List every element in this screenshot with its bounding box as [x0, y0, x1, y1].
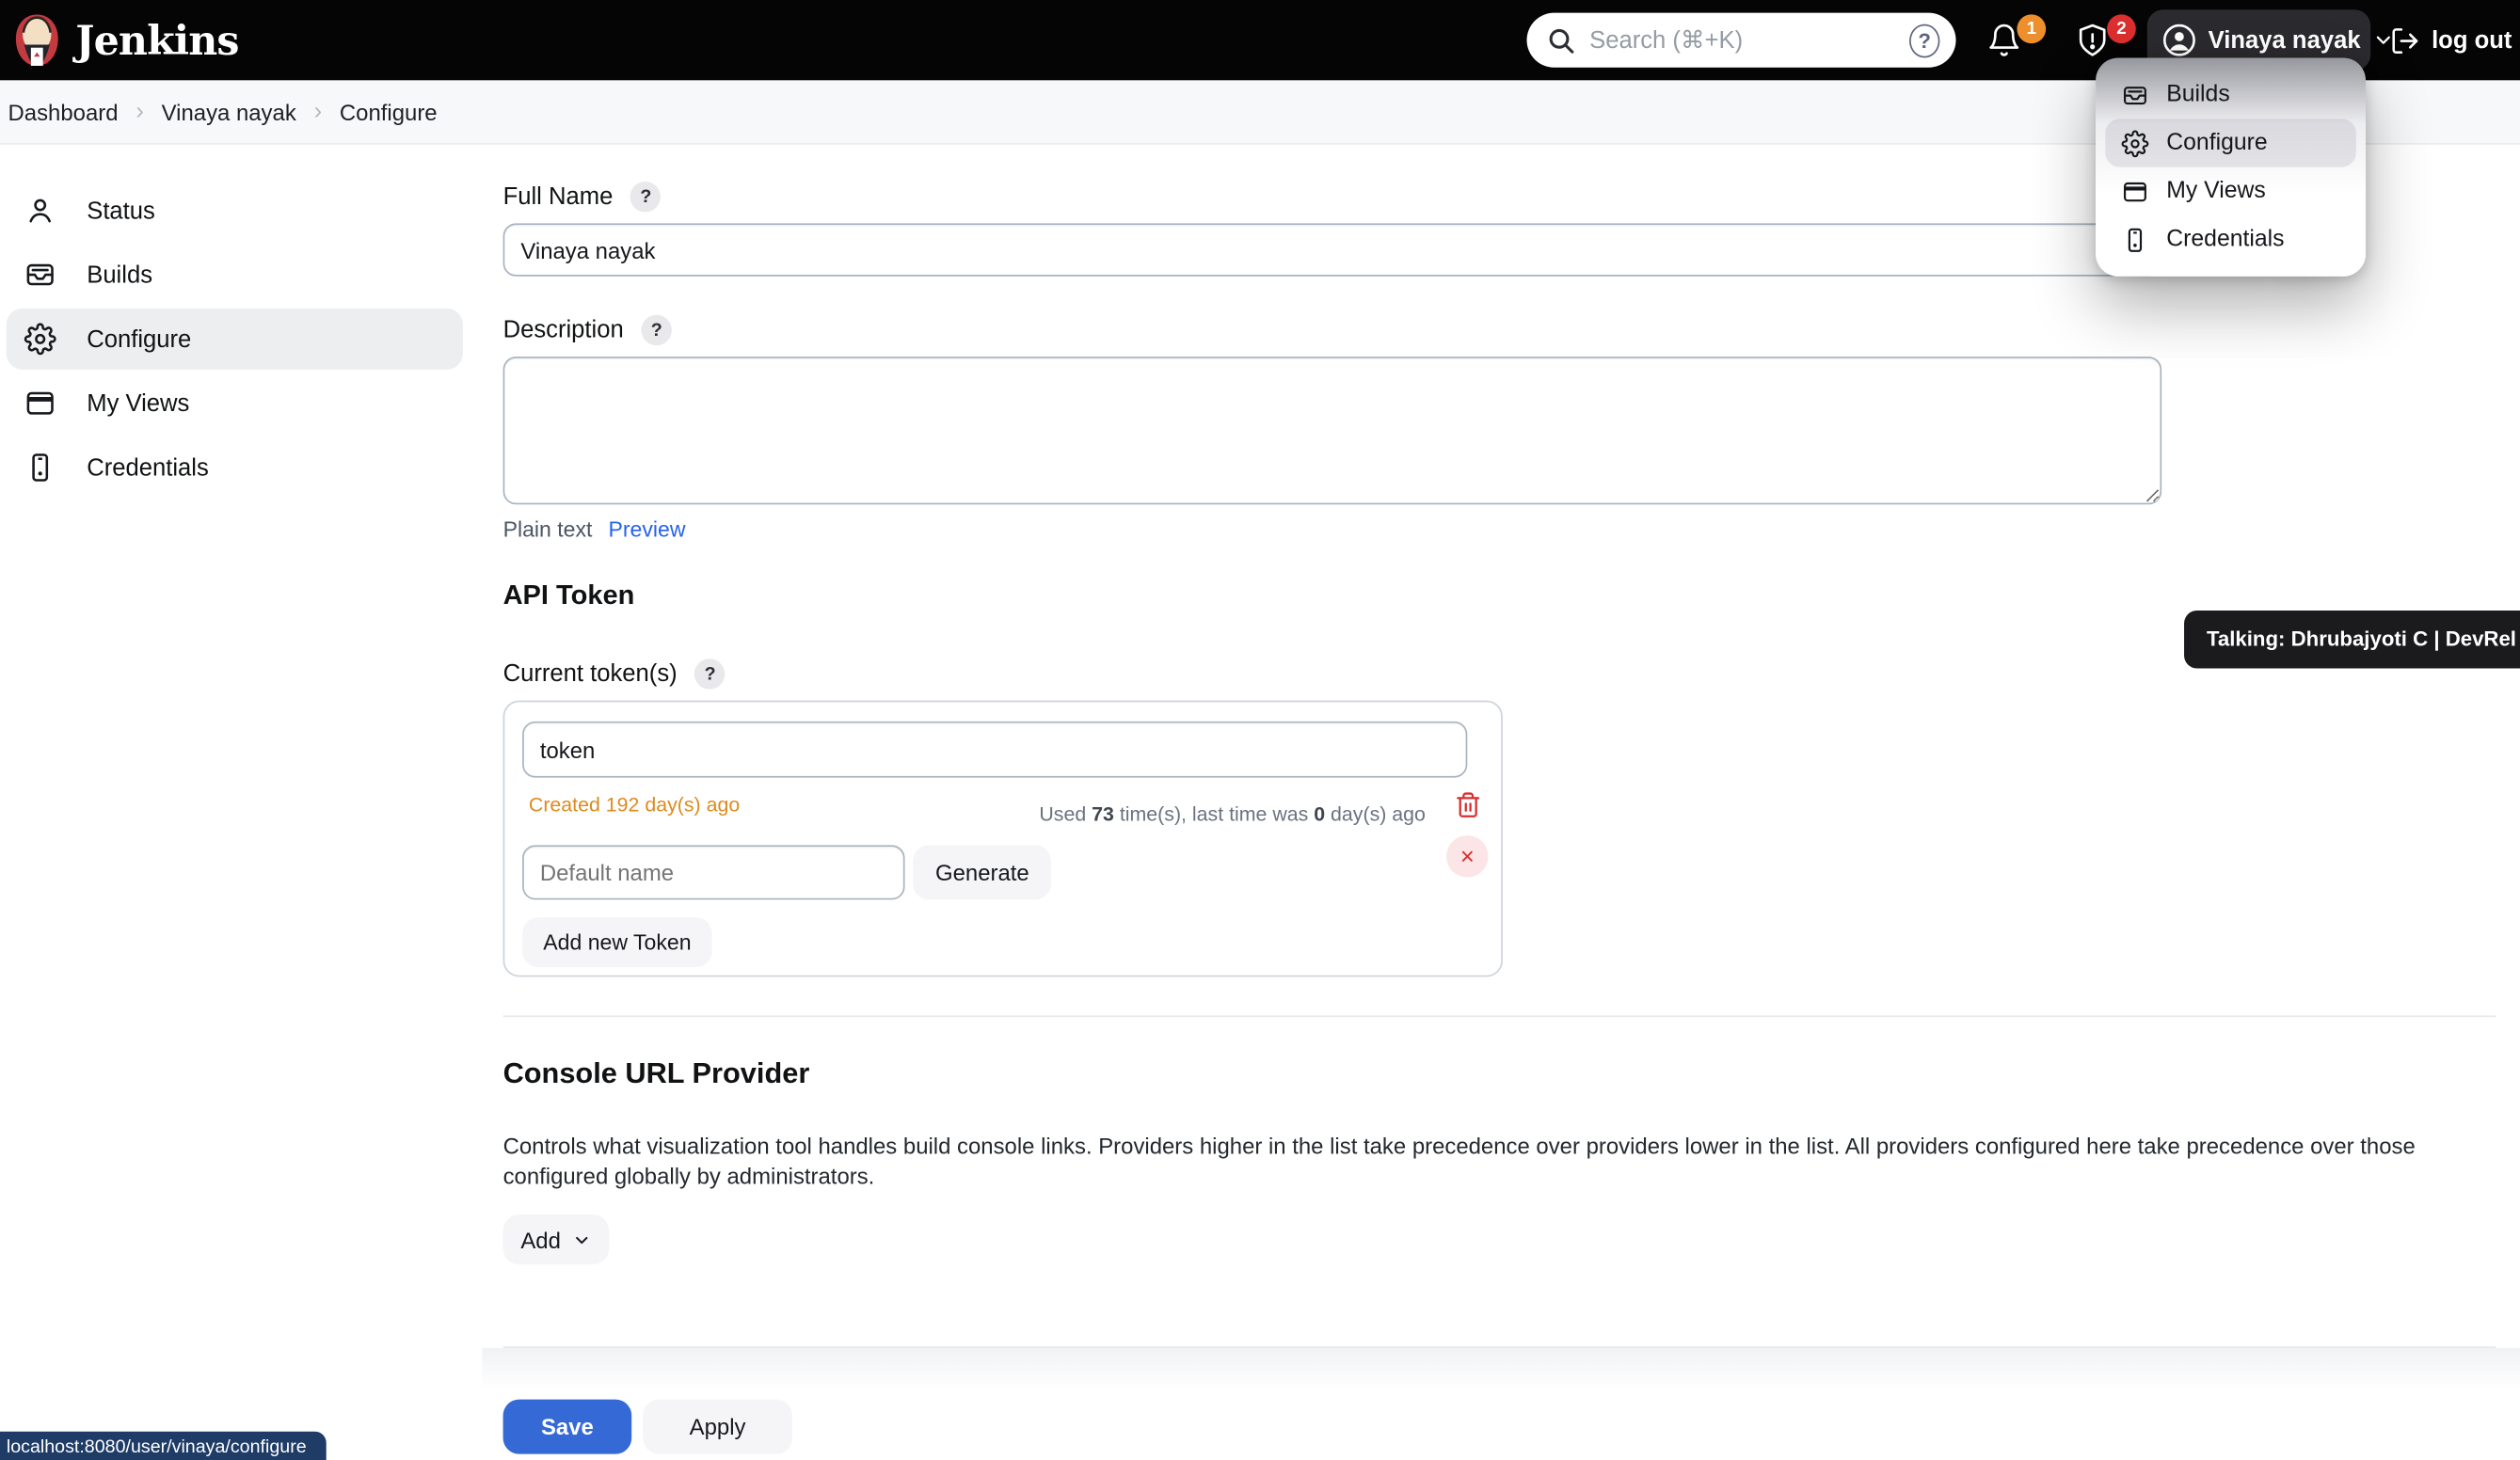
menu-item-label: Builds [2166, 82, 2229, 107]
chevron-right-icon: › [136, 98, 144, 125]
apply-button[interactable]: Apply [643, 1400, 792, 1454]
plain-text-label: Plain text [503, 517, 593, 542]
add-new-token-button[interactable]: Add new Token [522, 917, 712, 967]
sidebar-label: Status [87, 197, 155, 224]
jenkins-user-configure-page: Jenkins ? 1 [0, 0, 2520, 1460]
full-name-label: Full Name [503, 183, 614, 211]
menu-item-label: Configure [2166, 130, 2267, 155]
current-tokens-label: Current token(s) [503, 660, 678, 688]
jenkins-logo[interactable]: Jenkins [0, 13, 239, 68]
user-dropdown-menu: Builds Configure My Views [2096, 57, 2366, 276]
menu-item-credentials[interactable]: Credentials [2105, 215, 2355, 263]
description-field-header: Description ? [503, 315, 672, 345]
section-divider [503, 1015, 2496, 1017]
console-url-heading: Console URL Provider [503, 1057, 810, 1091]
current-tokens-header: Current token(s) ? [503, 659, 726, 689]
person-icon [24, 195, 56, 227]
token-usage-text: Used 73 time(s), last time was 0 day(s) … [1039, 803, 1426, 826]
search-help-icon[interactable]: ? [1909, 24, 1939, 57]
footer-fade [482, 1348, 2520, 1389]
save-button[interactable]: Save [503, 1400, 632, 1454]
window-icon [24, 388, 56, 420]
preview-link[interactable]: Preview [608, 517, 685, 542]
browser-status-url: localhost:8080/user/vinaya/configure [0, 1432, 326, 1460]
brand-title: Jenkins [75, 17, 238, 64]
sidebar-label: My Views [87, 389, 189, 417]
menu-item-label: My Views [2166, 179, 2266, 204]
menu-item-label: Credentials [2166, 227, 2284, 252]
full-name-field-header: Full Name ? [503, 182, 662, 212]
chevron-down-icon [572, 1230, 591, 1248]
search-icon [1548, 26, 1575, 54]
sidebar-label: Configure [87, 325, 191, 353]
jenkins-butler-icon [13, 13, 61, 68]
token-group-box: Created 192 day(s) ago Used 73 time(s), … [503, 701, 1503, 977]
security-count-badge: 2 [2107, 14, 2136, 43]
shield-warning-icon [2075, 23, 2111, 58]
user-name-label: Vinaya nayak [2209, 26, 2361, 54]
current-tokens-help-icon[interactable]: ? [694, 659, 725, 689]
logout-label: log out [2432, 26, 2512, 54]
menu-item-my-views[interactable]: My Views [2105, 167, 2355, 215]
inbox-icon [2121, 81, 2148, 108]
cancel-token-button[interactable]: × [1446, 835, 1488, 877]
breadcrumb-dashboard[interactable]: Dashboard [8, 99, 119, 124]
description-mode-row: Plain text Preview [503, 517, 686, 542]
sidebar-item-status[interactable]: Status [7, 180, 463, 241]
close-icon: × [1460, 843, 1475, 870]
new-token-name-input[interactable] [522, 845, 904, 899]
console-url-description: Controls what visualization tool handles… [503, 1131, 2493, 1192]
token-created-text: Created 192 day(s) ago [529, 794, 740, 817]
id-card-icon [24, 452, 56, 484]
screenshare-talking-overlay: Talking: Dhrubajyoti C | DevRel En... [2184, 611, 2520, 668]
sidebar-item-builds[interactable]: Builds [7, 245, 463, 306]
sidebar-item-credentials[interactable]: Credentials [7, 437, 463, 499]
menu-item-configure[interactable]: Configure [2105, 119, 2355, 167]
trash-icon [1455, 790, 1482, 819]
menu-item-builds[interactable]: Builds [2105, 71, 2355, 119]
inbox-icon [24, 259, 56, 291]
sidebar-label: Builds [87, 262, 152, 289]
description-textarea[interactable] [503, 357, 2162, 504]
add-provider-button[interactable]: Add [503, 1214, 610, 1264]
search-input[interactable] [1589, 26, 1909, 54]
avatar-icon [2161, 23, 2197, 58]
description-label: Description [503, 316, 624, 343]
full-name-input[interactable] [503, 223, 2162, 276]
generate-token-button[interactable]: Generate [913, 845, 1052, 899]
gear-icon [2121, 129, 2148, 156]
search-box[interactable]: ? [1527, 13, 1956, 68]
notifications-button[interactable] [1986, 0, 2022, 80]
add-provider-label: Add [520, 1227, 561, 1252]
sidebar-label: Credentials [87, 453, 209, 481]
full-name-help-icon[interactable]: ? [630, 182, 661, 212]
window-icon [2121, 178, 2148, 205]
revoke-token-button[interactable] [1455, 790, 1482, 819]
chevron-right-icon: › [314, 98, 323, 125]
id-card-icon [2121, 226, 2148, 253]
logout-icon [2390, 24, 2420, 55]
description-help-icon[interactable]: ? [642, 315, 672, 345]
breadcrumb-configure[interactable]: Configure [340, 99, 438, 124]
breadcrumb-user[interactable]: Vinaya nayak [162, 99, 296, 124]
sidebar-item-configure[interactable]: Configure [7, 309, 463, 370]
api-token-heading: API Token [503, 580, 635, 612]
notification-count-badge: 1 [2017, 14, 2046, 43]
token-name-input[interactable] [522, 722, 1467, 778]
logout-button[interactable]: log out [2390, 0, 2512, 80]
gear-icon [24, 323, 56, 355]
sidebar-item-my-views[interactable]: My Views [7, 373, 463, 434]
